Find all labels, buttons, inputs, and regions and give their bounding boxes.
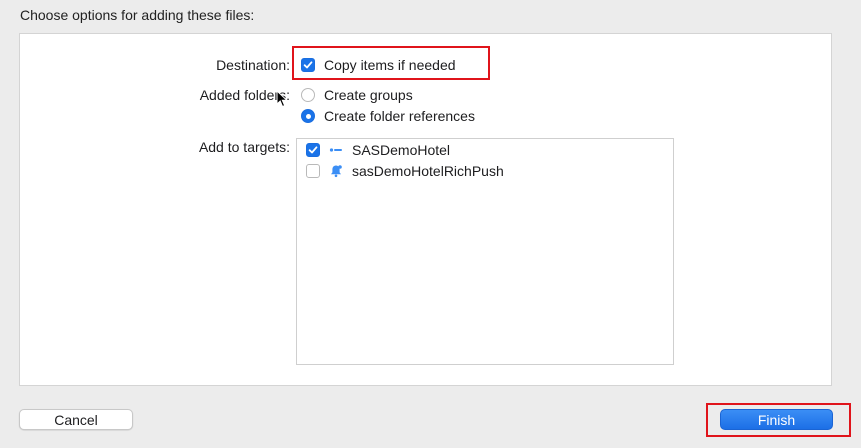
create-folder-references-radio[interactable] (301, 109, 315, 123)
create-folder-references-label: Create folder references (324, 108, 475, 124)
target-item[interactable]: sasDemoHotelRichPush (306, 163, 504, 179)
target-checkbox[interactable] (306, 164, 320, 178)
cancel-button[interactable]: Cancel (19, 409, 133, 430)
app-target-icon (329, 143, 343, 157)
target-label: SASDemoHotel (352, 142, 451, 158)
create-groups-label: Create groups (324, 87, 413, 103)
checkmark-icon (308, 146, 318, 154)
mouse-cursor-icon (276, 90, 288, 108)
bell-icon (329, 164, 343, 178)
target-item[interactable]: SASDemoHotel (306, 142, 450, 158)
dialog-heading: Choose options for adding these files: (20, 7, 255, 23)
add-to-targets-label: Add to targets: (198, 139, 290, 155)
create-folder-references-option[interactable]: Create folder references (301, 108, 475, 124)
create-groups-radio[interactable] (301, 88, 315, 102)
target-label: sasDemoHotelRichPush (352, 163, 504, 179)
destination-label: Destination: (216, 57, 290, 73)
create-groups-option[interactable]: Create groups (301, 87, 413, 103)
finish-highlight-box (706, 403, 851, 437)
copy-items-highlight-box (292, 46, 490, 80)
target-checkbox[interactable] (306, 143, 320, 157)
add-files-options-dialog: Choose options for adding these files: D… (0, 0, 861, 448)
